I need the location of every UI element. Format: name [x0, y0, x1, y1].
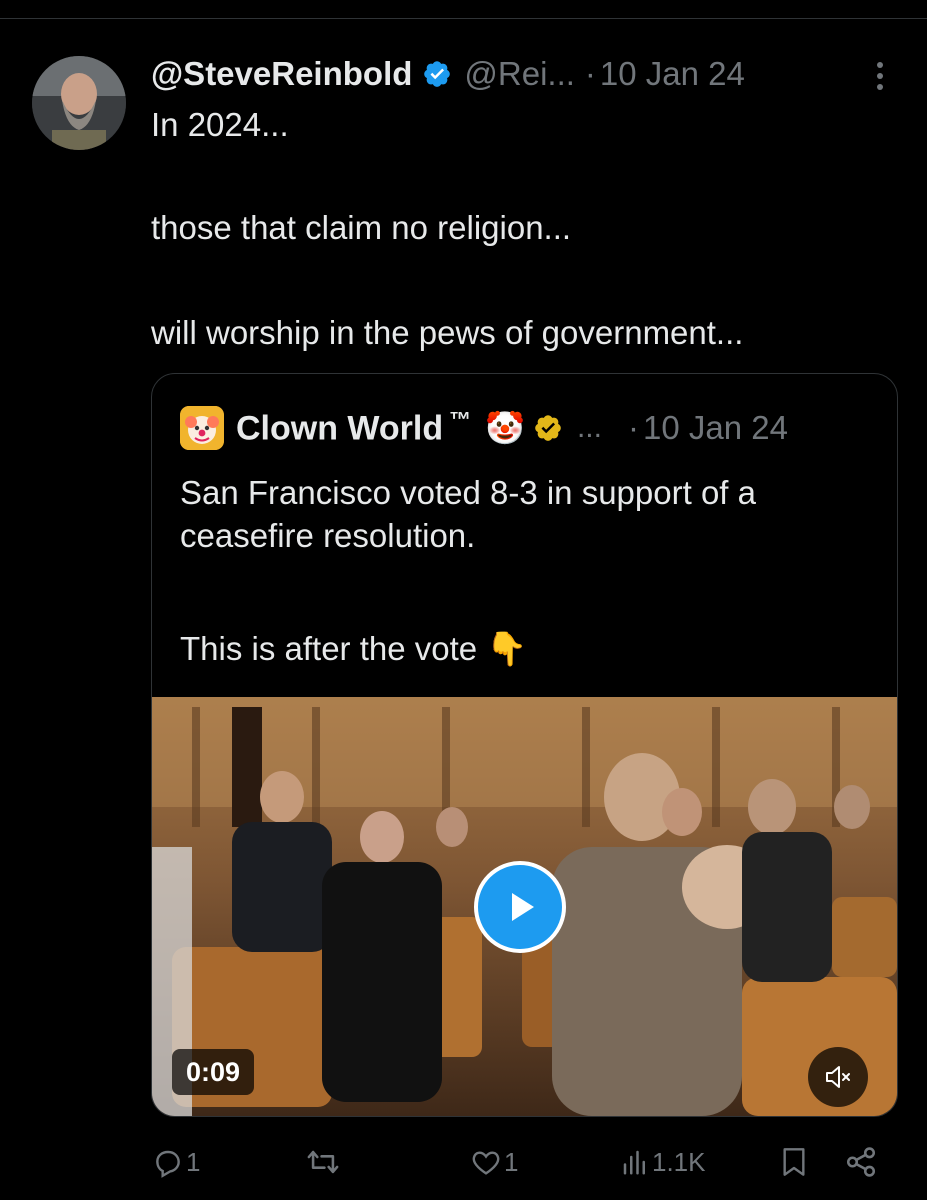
bookmark-icon: [783, 1148, 805, 1176]
pointing-down-emoji: 👇: [486, 630, 528, 667]
reply-icon: [156, 1150, 180, 1178]
repost-button[interactable]: [306, 1140, 342, 1184]
reply-count: 1: [186, 1146, 201, 1177]
clown-avatar-icon: [180, 406, 224, 450]
tweet-text-line: In 2024...: [151, 106, 289, 143]
quoted-tweet[interactable]: Clown World ™ 🤡 ... · 10 Jan 24 San Franc…: [151, 373, 898, 1117]
quoted-tweet-text: San Francisco voted 8-3 in support of a …: [180, 472, 880, 667]
mute-button[interactable]: [808, 1047, 868, 1107]
display-name[interactable]: @SteveReinbold: [151, 55, 412, 93]
action-bar: 1 1 1.1K: [0, 1140, 927, 1184]
like-icon: [472, 1151, 500, 1175]
tweet-header: @SteveReinbold @Rei... · 10 Jan 24: [151, 54, 745, 94]
views-icon: [623, 1150, 645, 1175]
avatar-image: [32, 56, 126, 150]
play-button[interactable]: [474, 861, 566, 953]
views-button[interactable]: 1.1K: [620, 1140, 706, 1184]
handle[interactable]: @Rei...: [464, 55, 575, 93]
like-count: 1: [504, 1146, 519, 1177]
avatar[interactable]: [32, 56, 126, 150]
video-duration: 0:09: [172, 1049, 255, 1095]
share-icon: [846, 1147, 876, 1177]
tweet-text-line: those that claim no religion...: [151, 209, 572, 246]
verified-icon: [424, 61, 451, 87]
quoted-text-line: San Francisco voted 8-3 in support of a …: [180, 474, 756, 554]
separator: ·: [584, 55, 596, 92]
repost-icon: [307, 1150, 339, 1174]
mute-icon: [826, 1066, 850, 1088]
timestamp[interactable]: 10 Jan 24: [600, 55, 745, 93]
tweet-text-line: will worship in the pews of government..…: [151, 314, 744, 351]
quoted-timestamp[interactable]: 10 Jan 24: [643, 409, 788, 447]
video-player[interactable]: 0:09: [152, 697, 897, 1116]
quoted-tweet-header: Clown World ™ 🤡 ... · 10 Jan 24: [180, 406, 788, 450]
truncated-handle[interactable]: ...: [577, 411, 602, 445]
play-icon: [512, 893, 534, 921]
more-icon[interactable]: [870, 58, 890, 94]
bookmark-button[interactable]: [778, 1140, 810, 1184]
share-button[interactable]: [844, 1140, 878, 1184]
quoted-avatar[interactable]: [180, 406, 224, 450]
divider: [0, 18, 927, 19]
reply-button[interactable]: 1: [152, 1140, 200, 1184]
separator: ·: [627, 409, 639, 446]
quoted-text-line: This is after the vote 👇: [180, 630, 528, 667]
like-button[interactable]: 1: [470, 1140, 518, 1184]
clown-emoji: 🤡: [485, 410, 525, 446]
view-count: 1.1K: [652, 1146, 706, 1177]
gold-verified-icon: [535, 415, 561, 441]
quoted-display-name[interactable]: Clown World ™: [236, 407, 471, 448]
